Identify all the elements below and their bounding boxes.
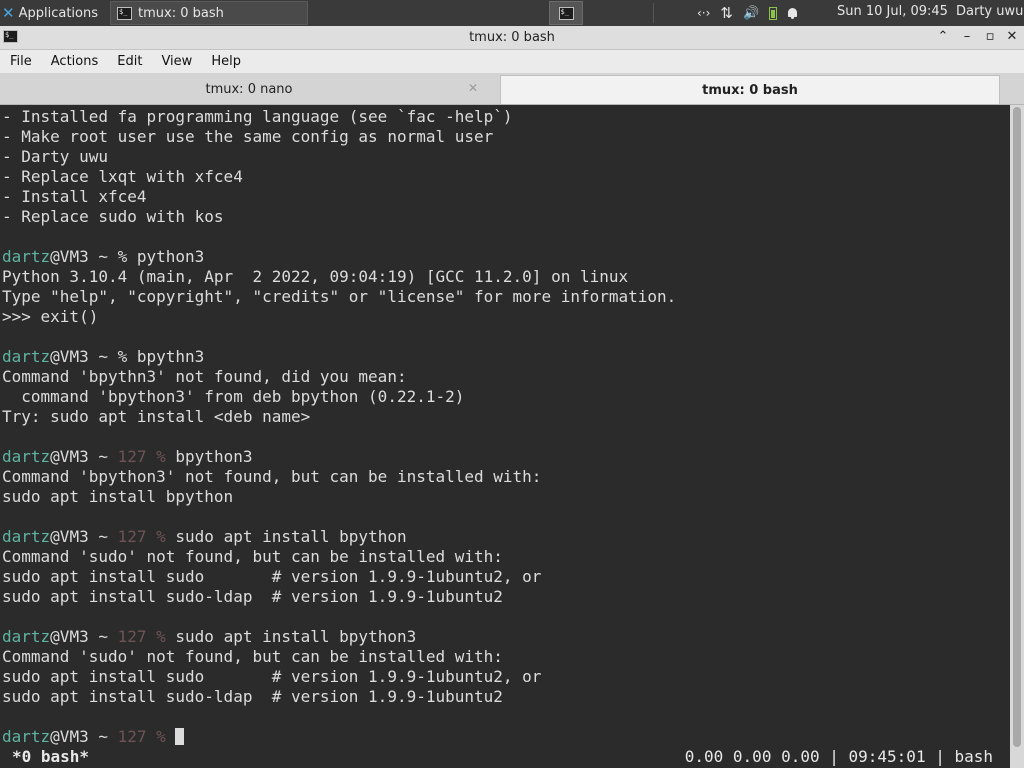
menu-edit[interactable]: Edit [107,54,151,69]
prompt-command: bpython3 [175,447,253,466]
terminal-line: - Replace lxqt with xfce4 [2,167,243,186]
panel-user-menu[interactable]: Darty uwu [956,4,1023,19]
workspace-terminal-button[interactable]: $_ [549,1,583,25]
prompt-command: python3 [136,247,205,266]
prompt-exit-status: 127 % [117,527,176,546]
taskbar-window-title: tmux: 0 bash [138,5,224,21]
terminal-line: - Replace sudo with kos [2,207,224,226]
applications-label: Applications [18,5,98,21]
prompt-user: dartz [2,447,51,466]
terminal-prompt-line: dartz@VM3 ~ % python3 [2,247,204,267]
prompt-host: @VM3 ~ [50,247,118,266]
maximize-window-button[interactable]: ▫ [982,29,998,44]
minimize-window-button[interactable]: – [959,29,975,44]
terminal-line: Command 'sudo' not found, but can be ins… [2,547,503,566]
menu-actions[interactable]: Actions [41,54,108,69]
terminal-line: Try: sudo apt install <deb name> [2,407,311,426]
terminal-cursor [175,728,185,745]
panel-clock[interactable]: Sun 10 Jul, 09:45 [837,4,948,19]
terminal-line: - Make root user use the same config as … [2,127,494,146]
terminal-line: - Installed fa programming language (see… [2,107,513,126]
battery-icon[interactable] [769,6,778,20]
terminal-icon: $_ [558,6,574,20]
prompt-command: bpythn3 [136,347,205,366]
tab-tmux-bash[interactable]: tmux: 0 bash [500,75,1000,104]
terminal-line: Type "help", "copyright", "credits" or "… [2,287,677,306]
applications-menu-button[interactable]: ✕ Applications [2,3,98,23]
tab-tmux-nano[interactable]: tmux: 0 nano ✕ [0,75,498,104]
terminal-line: >>> exit() [2,307,99,326]
scrollbar-thumb[interactable] [1013,107,1021,747]
top-panel: ✕ Applications $_ tmux: 0 bash $_ ‹·› ⇅ … [0,0,1024,26]
prompt-exit-status: 127 % [117,727,176,746]
terminal-tabs: tmux: 0 nano ✕ tmux: 0 bash [0,73,1024,105]
tmux-status-right: 0.00 0.00 0.00 | 09:45:01 | bash [684,747,993,766]
tab-label: tmux: 0 nano [205,82,293,97]
menu-help[interactable]: Help [201,54,250,69]
menubar: File Actions Edit View Help [0,50,1024,73]
shade-window-button[interactable]: ⌃ [935,29,951,44]
terminal-prompt-line: dartz@VM3 ~ 127 % sudo apt install bpyth… [2,527,407,547]
transfer-arrows-icon[interactable]: ⇅ [720,4,733,22]
terminal-line: sudo apt install sudo-ldap # version 1.9… [2,587,503,606]
menu-view[interactable]: View [151,54,201,69]
prompt-user: dartz [2,347,51,366]
terminal-line: - Install xfce4 [2,187,147,206]
panel-separator [653,3,654,23]
prompt-host: @VM3 ~ [50,727,118,746]
terminal-line: command 'bpython3' from deb bpython (0.2… [2,387,465,406]
notification-bell-icon[interactable] [787,7,798,19]
xfce-logo-icon: ✕ [2,4,15,22]
terminal-prompt-line: dartz@VM3 ~ 127 % sudo apt install bpyth… [2,627,416,647]
prompt-command: sudo apt install bpython3 [175,627,417,646]
prompt-symbol: % [117,347,137,366]
prompt-host: @VM3 ~ [50,627,118,646]
terminal-prompt-line: dartz@VM3 ~ 127 % bpython3 [2,447,252,467]
tmux-window-list: *0 bash* [12,747,90,766]
menu-file[interactable]: File [0,54,41,69]
terminal-icon: $_ [117,6,132,20]
tab-close-icon[interactable]: ✕ [468,81,478,95]
prompt-exit-status: 127 % [117,627,176,646]
prompt-command: sudo apt install bpython [175,527,407,546]
terminal-line: Command 'sudo' not found, but can be ins… [2,647,503,666]
network-icon[interactable]: ‹·› [697,6,710,20]
prompt-user: dartz [2,247,51,266]
window-titlebar[interactable]: $_ tmux: 0 bash ⌃ – ▫ ✕ [0,26,1024,50]
terminal-line: Command 'bpythn3' not found, did you mea… [2,367,407,386]
terminal-prompt-line: dartz@VM3 ~ 127 % [2,727,185,747]
prompt-host: @VM3 ~ [50,347,118,366]
volume-icon[interactable]: 🔊 [743,6,759,21]
terminal-line: Command 'bpython3' not found, but can be… [2,467,542,486]
prompt-host: @VM3 ~ [50,527,118,546]
prompt-symbol: % [117,247,137,266]
tab-label: tmux: 0 bash [702,83,798,98]
terminal-line: sudo apt install sudo-ldap # version 1.9… [2,687,503,706]
terminal-line: sudo apt install bpython [2,487,234,506]
terminal-line: - Darty uwu [2,147,108,166]
prompt-user: dartz [2,527,51,546]
terminal-line: sudo apt install sudo # version 1.9.9-1u… [2,567,542,586]
window-title: tmux: 0 bash [469,30,555,45]
tmux-status-bar: *0 bash* 0.00 0.00 0.00 | 09:45:01 | bas… [0,746,1010,768]
terminal-prompt-line: dartz@VM3 ~ % bpythn3 [2,347,204,367]
terminal-line: sudo apt install sudo # version 1.9.9-1u… [2,667,542,686]
terminal-output[interactable]: - Installed fa programming language (see… [0,105,1010,768]
taskbar-window-button[interactable]: $_ tmux: 0 bash [110,1,308,25]
prompt-exit-status: 127 % [117,447,176,466]
close-window-button[interactable]: ✕ [1004,29,1020,44]
prompt-user: dartz [2,727,51,746]
system-tray: ‹·› ⇅ 🔊 [697,0,798,26]
terminal-line: Python 3.10.4 (main, Apr 2 2022, 09:04:1… [2,267,629,286]
prompt-user: dartz [2,627,51,646]
terminal-scrollbar[interactable] [1010,105,1024,768]
prompt-host: @VM3 ~ [50,447,118,466]
